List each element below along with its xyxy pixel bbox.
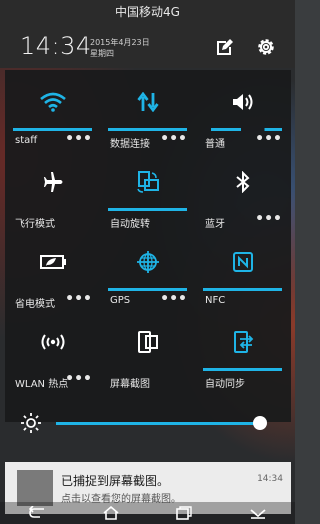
- gear-icon: [258, 39, 274, 55]
- gps-icon: [136, 251, 159, 273]
- brightness-slider-thumb[interactable]: [252, 416, 267, 430]
- tile-label: 屏幕截图: [110, 379, 150, 390]
- screenshot-thumbnail: [17, 470, 53, 506]
- brightness-slider[interactable]: [56, 422, 266, 425]
- clock[interactable]: 14:34: [20, 32, 92, 60]
- tile-nfc-indicator: [203, 288, 282, 291]
- notification-title: 已捕捉到屏幕截图。: [61, 474, 170, 488]
- tile-mobile-data[interactable]: 数据连接 •••: [100, 70, 195, 150]
- tile-label: 飞行模式: [15, 219, 55, 230]
- battery-saver-icon: [39, 255, 66, 269]
- date-block[interactable]: 2015年4月23日 星期四: [90, 37, 150, 59]
- collapse-button[interactable]: [247, 504, 269, 522]
- more-dots-icon[interactable]: •••: [65, 292, 92, 306]
- sun-icon: [21, 413, 41, 433]
- tile-auto-rotate[interactable]: 自动旋转: [100, 150, 195, 230]
- tile-rotate-indicator: [108, 208, 187, 211]
- notification-time: 14:34: [257, 474, 283, 484]
- tile-airplane-indicator: [13, 208, 92, 211]
- sync-icon: [233, 331, 253, 353]
- tile-screenshot-indicator: [108, 368, 187, 371]
- brightness-control: [20, 406, 275, 438]
- tile-label: 自动同步: [205, 379, 245, 390]
- recents-icon: [176, 506, 193, 520]
- home-icon: [103, 506, 119, 520]
- tile-wifi[interactable]: staff •••: [5, 70, 100, 150]
- home-button[interactable]: [100, 504, 122, 522]
- tile-label: 自动旋转: [110, 219, 150, 230]
- edit-icon: [217, 39, 233, 55]
- more-dots-icon[interactable]: •••: [65, 372, 92, 386]
- tile-label: 省电模式: [15, 299, 55, 310]
- bluetooth-icon: [235, 171, 249, 193]
- tile-label: GPS: [110, 295, 131, 306]
- nfc-icon: [232, 252, 253, 272]
- carrier-name: 中国移动4G: [115, 5, 180, 19]
- back-button[interactable]: [26, 504, 48, 522]
- back-icon: [28, 506, 44, 518]
- tile-sound-mode[interactable]: 普通 •••: [195, 70, 290, 150]
- tile-label: 数据连接: [110, 139, 150, 150]
- more-dots-icon[interactable]: •••: [160, 292, 187, 306]
- settings-button[interactable]: [255, 36, 277, 58]
- rotate-icon: [136, 171, 159, 193]
- quick-settings-panel: staff ••• 数据连接 ••• 普通 ••• 飞行模式 自动旋转 蓝牙 •…: [5, 70, 291, 422]
- tile-power-saver[interactable]: 省电模式 •••: [5, 230, 100, 310]
- hotspot-icon: [41, 334, 64, 350]
- recents-button[interactable]: [173, 504, 195, 522]
- tile-auto-sync[interactable]: 自动同步: [195, 310, 290, 390]
- volume-icon: [232, 94, 252, 110]
- tile-sync-indicator: [203, 368, 282, 371]
- more-dots-icon[interactable]: •••: [255, 212, 282, 226]
- tile-screenshot[interactable]: 屏幕截图: [100, 310, 195, 390]
- tile-wlan-hotspot[interactable]: WLAN 热点 •••: [5, 310, 100, 390]
- date-text: 2015年4月23日: [90, 38, 150, 47]
- more-dots-icon[interactable]: •••: [255, 132, 282, 146]
- notification-header: 14:34 2015年4月23日 星期四: [0, 24, 295, 68]
- airplane-icon: [43, 172, 62, 192]
- tile-gps[interactable]: GPS •••: [100, 230, 195, 310]
- edit-button[interactable]: [213, 36, 235, 58]
- tile-label: 普通: [205, 139, 225, 150]
- wifi-icon: [39, 92, 66, 112]
- data-arrows-icon: [136, 92, 159, 112]
- tile-label: 蓝牙: [205, 219, 225, 230]
- more-dots-icon[interactable]: •••: [160, 132, 187, 146]
- chevron-down-icon: [250, 509, 266, 519]
- screenshot-icon: [137, 331, 158, 353]
- navigation-bar: [0, 502, 295, 524]
- tile-nfc[interactable]: NFC: [195, 230, 290, 310]
- more-dots-icon[interactable]: •••: [65, 132, 92, 146]
- tile-label: WLAN 热点: [15, 379, 69, 390]
- tile-airplane-mode[interactable]: 飞行模式: [5, 150, 100, 230]
- tile-label: NFC: [205, 295, 226, 306]
- tile-label: staff: [15, 135, 38, 146]
- tile-bluetooth[interactable]: 蓝牙 •••: [195, 150, 290, 230]
- weekday-text: 星期四: [90, 49, 114, 58]
- status-bar: 中国移动4G: [0, 0, 295, 24]
